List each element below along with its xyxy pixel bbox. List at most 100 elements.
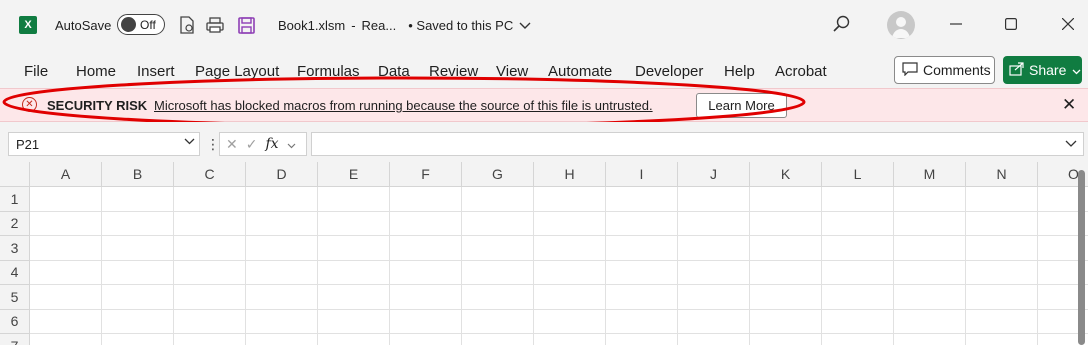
grid-cell[interactable] <box>606 285 678 310</box>
tab-acrobat[interactable]: Acrobat <box>775 63 827 80</box>
grid-cell[interactable] <box>390 260 462 285</box>
cancel-icon[interactable]: ✕ <box>226 136 238 153</box>
grid-cell[interactable] <box>390 187 462 212</box>
row-header[interactable]: 3 <box>0 236 30 261</box>
grid-cell[interactable] <box>678 260 750 285</box>
grid-cell[interactable] <box>894 309 966 334</box>
grid-cell[interactable] <box>750 309 822 334</box>
grid-cell[interactable] <box>894 334 966 345</box>
column-header[interactable]: D <box>246 162 318 187</box>
chevron-down-icon[interactable] <box>287 136 296 152</box>
grid-cell[interactable] <box>318 187 390 212</box>
grid-cell[interactable] <box>246 309 318 334</box>
column-header[interactable]: H <box>534 162 606 187</box>
grid-cell[interactable] <box>102 309 174 334</box>
tab-developer[interactable]: Developer <box>635 63 703 80</box>
grid-cell[interactable] <box>750 236 822 261</box>
vertical-scrollbar[interactable] <box>1078 170 1085 345</box>
grid-cell[interactable] <box>678 236 750 261</box>
grid-cell[interactable] <box>30 187 102 212</box>
grid-cell[interactable] <box>318 211 390 236</box>
grid-cell[interactable] <box>462 309 534 334</box>
grid-cell[interactable] <box>966 334 1038 345</box>
grid-cell[interactable] <box>390 236 462 261</box>
grid-cell[interactable] <box>894 285 966 310</box>
grid-cell[interactable] <box>822 309 894 334</box>
grid-cell[interactable] <box>174 187 246 212</box>
grid-cell[interactable] <box>606 187 678 212</box>
grid-cell[interactable] <box>102 334 174 345</box>
tab-insert[interactable]: Insert <box>137 63 175 80</box>
tab-automate[interactable]: Automate <box>548 63 612 80</box>
grid-cell[interactable] <box>318 285 390 310</box>
grid-cell[interactable] <box>534 260 606 285</box>
document-title[interactable]: Book1.xlsm - Rea... • Saved to this PC <box>278 18 531 33</box>
column-header[interactable]: K <box>750 162 822 187</box>
grid-cell[interactable] <box>894 260 966 285</box>
message-link[interactable]: Microsoft has blocked macros from runnin… <box>154 98 653 113</box>
grid-cell[interactable] <box>606 334 678 345</box>
grid-cell[interactable] <box>822 211 894 236</box>
grid-cell[interactable] <box>246 260 318 285</box>
grid-cell[interactable] <box>678 334 750 345</box>
grid-cell[interactable] <box>30 334 102 345</box>
column-header[interactable]: E <box>318 162 390 187</box>
tab-data[interactable]: Data <box>378 63 410 80</box>
grid-cell[interactable] <box>174 211 246 236</box>
grid-cell[interactable] <box>246 285 318 310</box>
grid-cell[interactable] <box>822 260 894 285</box>
grid-cell[interactable] <box>966 285 1038 310</box>
tab-help[interactable]: Help <box>724 63 755 80</box>
grid-cell[interactable] <box>462 260 534 285</box>
row-header[interactable]: 6 <box>0 309 30 334</box>
grid-cell[interactable] <box>534 285 606 310</box>
row-header[interactable]: 2 <box>0 211 30 236</box>
grid-cell[interactable] <box>174 334 246 345</box>
grid-cell[interactable] <box>174 285 246 310</box>
print-icon[interactable] <box>205 15 225 35</box>
grid-cell[interactable] <box>678 285 750 310</box>
grid-cell[interactable] <box>30 236 102 261</box>
row-header[interactable]: 5 <box>0 285 30 310</box>
grid-cell[interactable] <box>750 187 822 212</box>
grid-cell[interactable] <box>390 285 462 310</box>
grid-cell[interactable] <box>390 309 462 334</box>
share-button[interactable]: Share <box>1003 56 1082 84</box>
grid-cell[interactable] <box>894 187 966 212</box>
grid-cell[interactable] <box>750 211 822 236</box>
column-header[interactable]: F <box>390 162 462 187</box>
grid-cell[interactable] <box>606 309 678 334</box>
column-header[interactable]: G <box>462 162 534 187</box>
tab-page-layout[interactable]: Page Layout <box>195 63 279 80</box>
grid-cell[interactable] <box>462 211 534 236</box>
maximize-icon[interactable] <box>999 12 1023 36</box>
grid-cell[interactable] <box>966 236 1038 261</box>
column-header[interactable]: J <box>678 162 750 187</box>
close-window-icon[interactable] <box>1056 12 1080 36</box>
grid-cell[interactable] <box>462 236 534 261</box>
grid-cell[interactable] <box>534 334 606 345</box>
account-avatar[interactable] <box>887 11 915 39</box>
grid-cell[interactable] <box>246 187 318 212</box>
column-header[interactable]: L <box>822 162 894 187</box>
column-header[interactable]: B <box>102 162 174 187</box>
grid-cell[interactable] <box>174 309 246 334</box>
grid-cell[interactable] <box>30 211 102 236</box>
worksheet-grid[interactable]: ABCDEFGHIJKLMNO1234567 <box>0 162 1088 345</box>
minimize-icon[interactable] <box>944 12 968 36</box>
grid-cell[interactable] <box>822 285 894 310</box>
grid-cell[interactable] <box>966 187 1038 212</box>
grid-cell[interactable] <box>678 211 750 236</box>
tab-review[interactable]: Review <box>429 63 478 80</box>
grid-cell[interactable] <box>246 236 318 261</box>
column-header[interactable]: M <box>894 162 966 187</box>
grid-cell[interactable] <box>750 334 822 345</box>
grid-cell[interactable] <box>678 187 750 212</box>
grid-cell[interactable] <box>390 334 462 345</box>
grid-cell[interactable] <box>678 309 750 334</box>
tab-home[interactable]: Home <box>76 63 116 80</box>
grid-cell[interactable] <box>318 236 390 261</box>
grid-cell[interactable] <box>606 236 678 261</box>
grid-cell[interactable] <box>174 260 246 285</box>
grid-cell[interactable] <box>894 236 966 261</box>
